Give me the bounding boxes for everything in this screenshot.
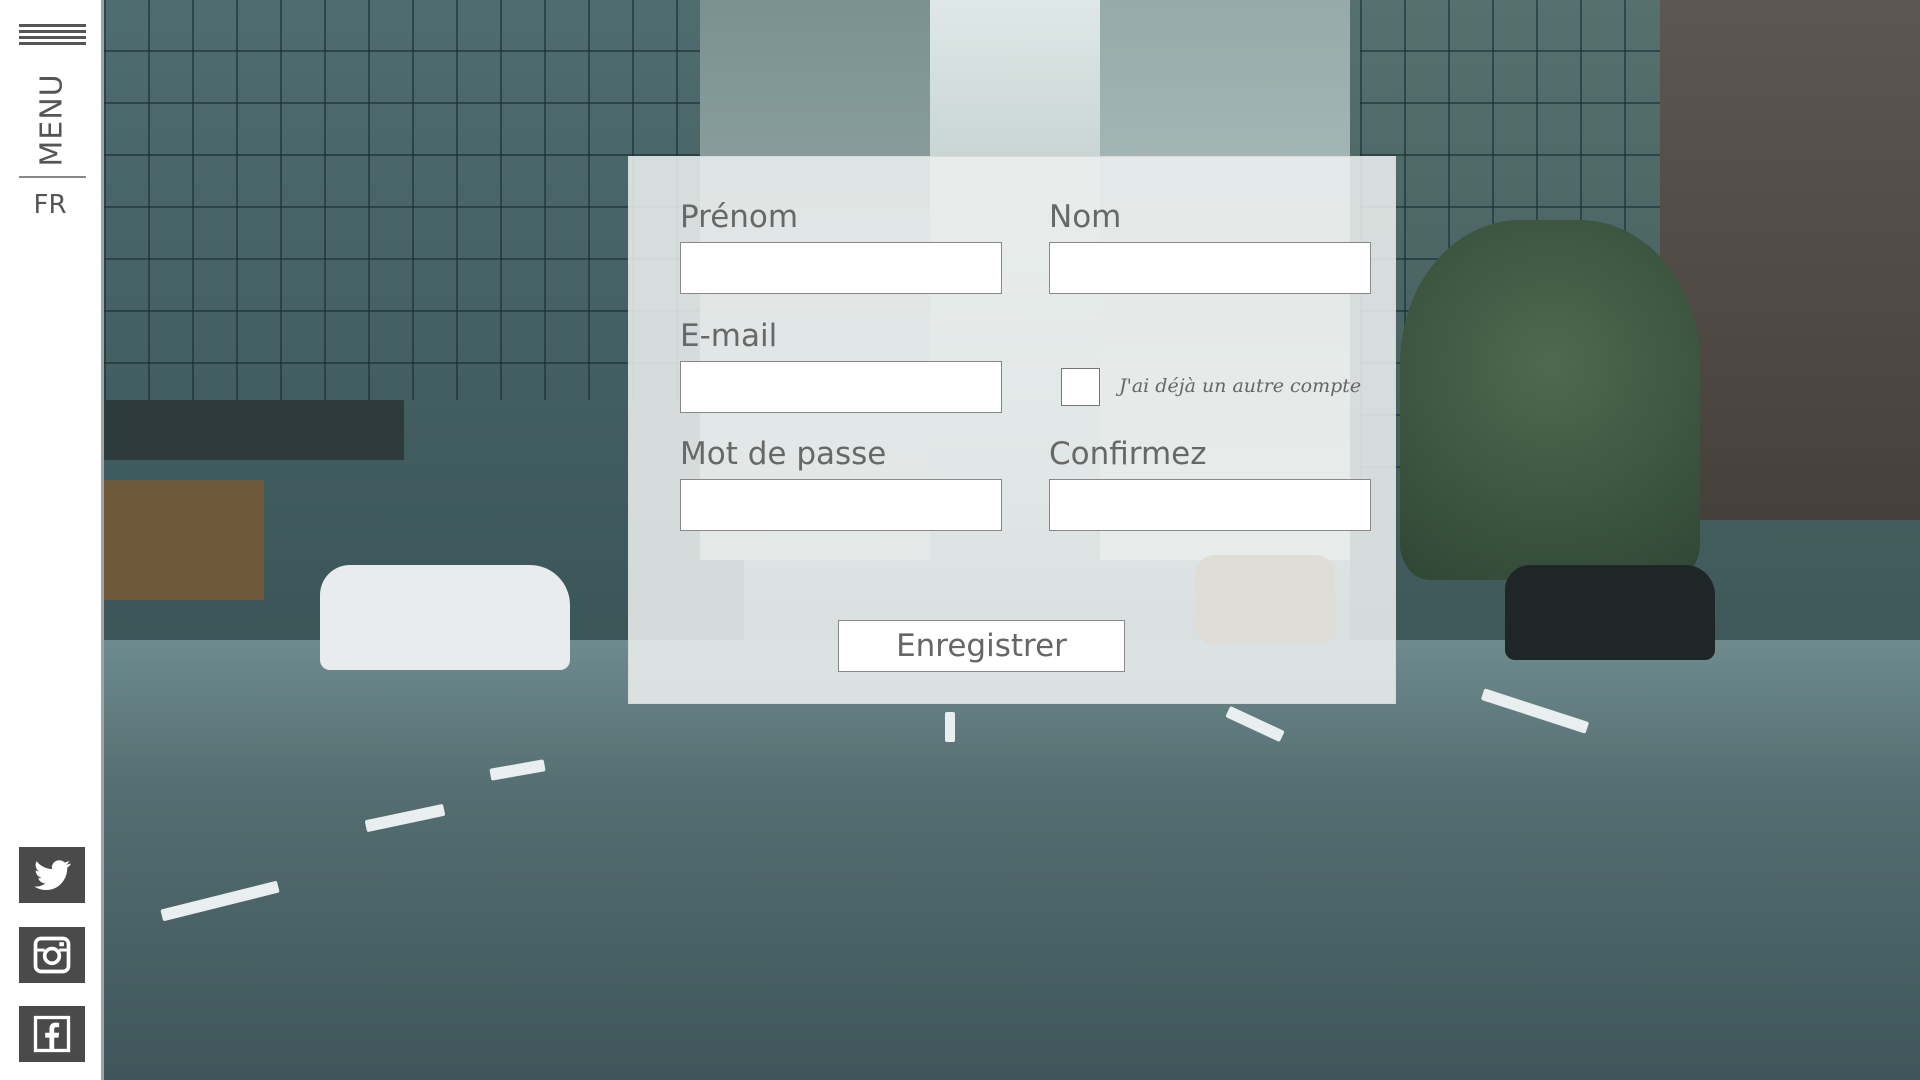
language-selector[interactable]: FR bbox=[0, 190, 100, 220]
existing-account-label: J'ai déjà un autre compte bbox=[1119, 375, 1362, 397]
first-name-label: Prénom bbox=[680, 199, 799, 235]
password-input[interactable] bbox=[680, 479, 1002, 531]
confirm-password-input[interactable] bbox=[1049, 479, 1371, 531]
sidebar: MENU FR bbox=[0, 0, 104, 1080]
instagram-icon[interactable] bbox=[19, 927, 85, 983]
password-label: Mot de passe bbox=[680, 436, 887, 472]
registration-form: Prénom Nom E-mail J'ai déjà un autre com… bbox=[628, 156, 1396, 704]
email-input[interactable] bbox=[680, 361, 1002, 413]
menu-label: MENU bbox=[34, 73, 70, 167]
confirm-password-label: Confirmez bbox=[1049, 436, 1207, 472]
facebook-icon[interactable] bbox=[19, 1006, 85, 1062]
register-button[interactable]: Enregistrer bbox=[838, 620, 1125, 672]
last-name-input[interactable] bbox=[1049, 242, 1371, 294]
menu-button[interactable]: MENU bbox=[32, 70, 72, 170]
email-label: E-mail bbox=[680, 318, 778, 354]
hamburger-menu-icon[interactable] bbox=[19, 24, 86, 54]
last-name-label: Nom bbox=[1049, 199, 1122, 235]
existing-account-checkbox[interactable] bbox=[1061, 368, 1100, 406]
sidebar-divider bbox=[19, 176, 86, 178]
twitter-icon[interactable] bbox=[19, 847, 85, 903]
first-name-input[interactable] bbox=[680, 242, 1002, 294]
